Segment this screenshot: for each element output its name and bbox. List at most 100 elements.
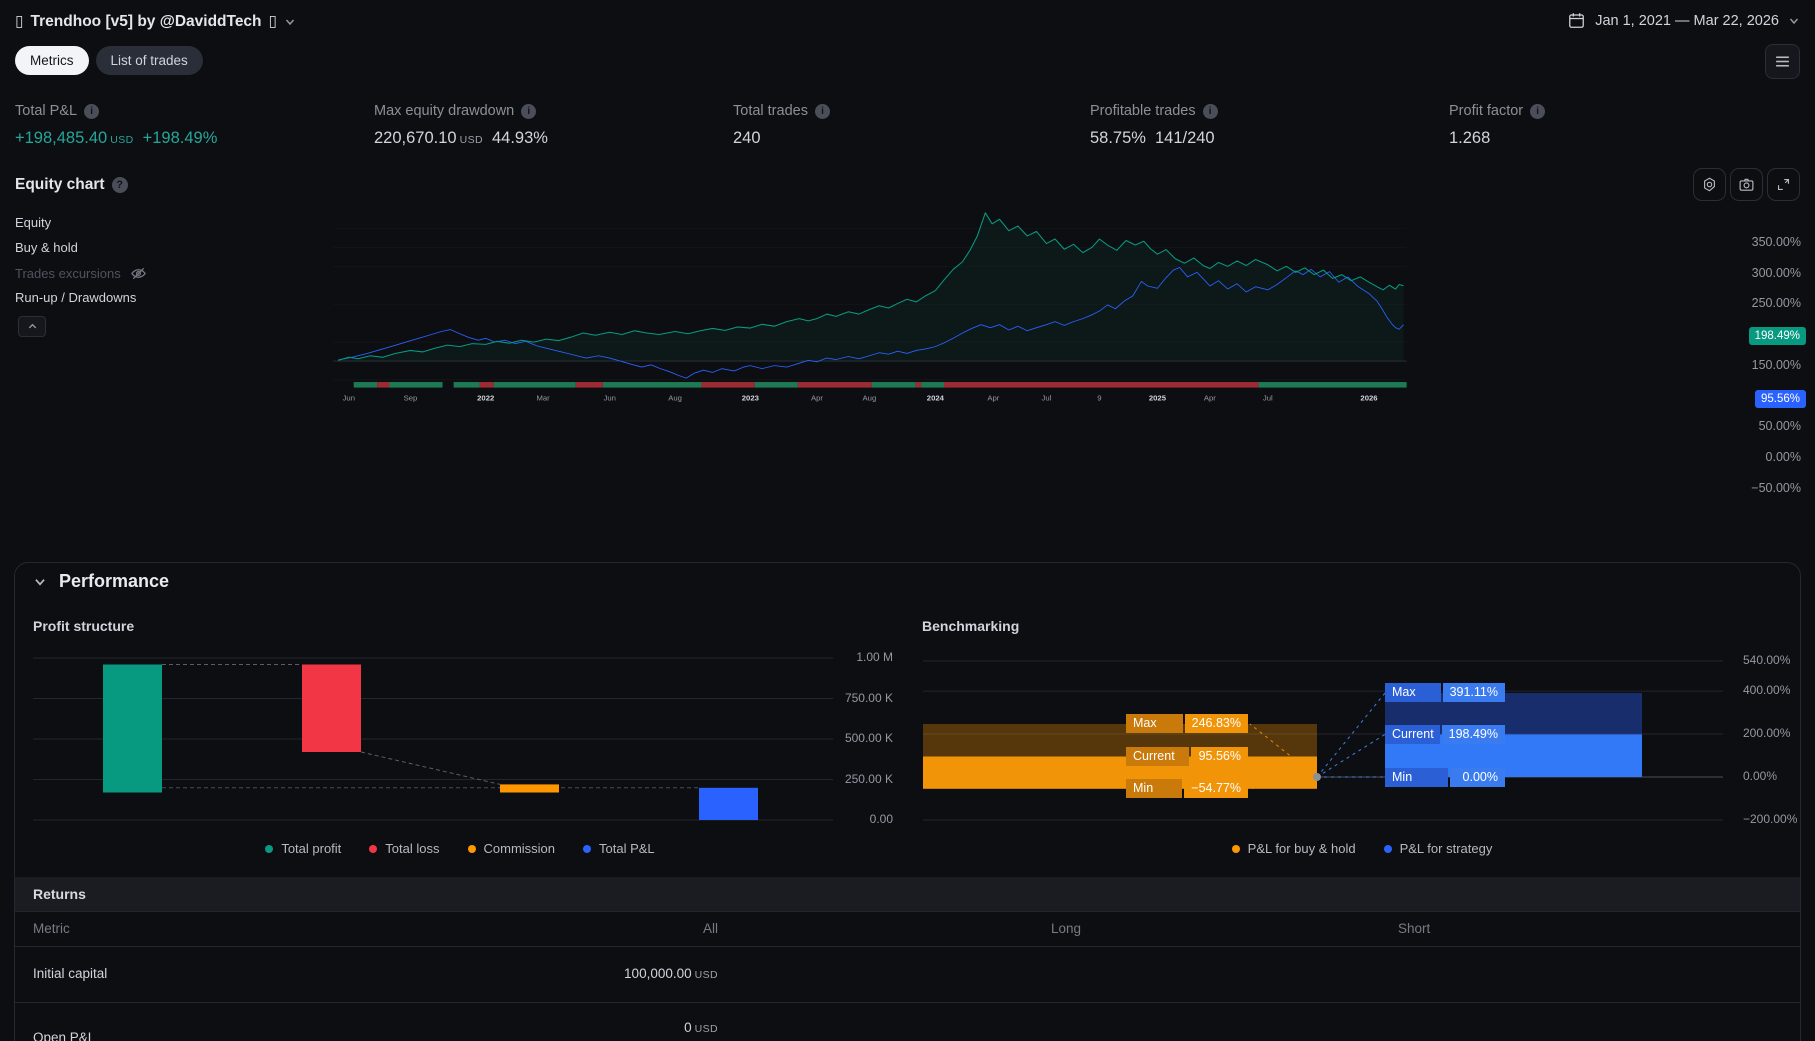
metric-max-drawdown: Max equity drawdown i 220,670.10USD 44.93% [374, 103, 719, 148]
y-axis-label: −200.00% [1743, 812, 1813, 826]
info-icon[interactable]: i [84, 104, 99, 119]
performance-section-header[interactable]: Performance [33, 571, 169, 592]
x-axis-label: Jul [1263, 394, 1273, 403]
x-axis-label: 2026 [1360, 394, 1377, 403]
x-axis-label: 2025 [1149, 394, 1167, 403]
snapshot-button[interactable] [1730, 168, 1763, 201]
divider [15, 1002, 1800, 1003]
y-axis-label: 500.00 K [823, 731, 893, 745]
chevron-down-icon [1788, 15, 1800, 27]
trade-strip-segment [354, 382, 377, 388]
legend-item: P&L for strategy [1384, 841, 1493, 856]
metric-profitable-trades: Profitable tradesi 58.75%141/240 [1090, 103, 1435, 148]
metric-value: 1.268 [1449, 129, 1490, 148]
strategy-title-dropdown[interactable]: ▯ Trendhoo [v5] by @DaviddTech ▯ [15, 12, 296, 31]
info-icon[interactable]: i [815, 104, 830, 119]
y-axis-label: 0.00% [1743, 769, 1813, 783]
divider [15, 946, 1800, 947]
metric-total-pnl: Total P&Li +198,485.40USD+198.49% [15, 103, 360, 148]
buyhold-current-box: Current95.56% [1126, 747, 1248, 766]
legend-item: P&L for buy & hold [1232, 841, 1356, 856]
metric-label: Max equity drawdown [374, 103, 514, 119]
x-axis-label: 2024 [927, 394, 945, 403]
trade-strip-segment [576, 382, 603, 388]
trade-strip-segment [377, 382, 389, 388]
equity-chart-toolbar [1693, 168, 1800, 201]
trade-strip-segment [454, 382, 480, 388]
tab-metrics[interactable]: Metrics [15, 46, 89, 75]
metric-value: 240 [733, 129, 761, 148]
y-axis-label: 250.00% [1729, 296, 1801, 310]
trade-strip-segment [702, 382, 755, 388]
y-axis-label: 250.00 K [823, 772, 893, 786]
metric-value: 220,670.10USD [374, 129, 483, 148]
strategy-min-box: Min0.00% [1385, 768, 1505, 787]
equity-chart-title: Equity chart ? [15, 176, 128, 194]
layout-menu-button[interactable] [1765, 44, 1800, 79]
chart-settings-button[interactable] [1693, 168, 1726, 201]
bar-3 [699, 788, 758, 820]
trade-strip-segment [755, 382, 798, 388]
table-row-value: 100,000.00USD [518, 966, 718, 981]
bar-1 [302, 665, 361, 753]
buyhold-min-box: Min−54.77% [1126, 779, 1248, 798]
chevron-down-icon [284, 16, 296, 28]
legend-item: Commission [468, 841, 556, 856]
date-range-picker[interactable]: Jan 1, 2021 — Mar 22, 2026 [1567, 11, 1800, 30]
strategy-tester-page: ▯ Trendhoo [v5] by @DaviddTech ▯ Jan 1, … [0, 0, 1815, 1041]
help-icon[interactable]: ? [112, 177, 128, 193]
x-axis-label: 2023 [742, 394, 759, 403]
trade-strip-segment [798, 382, 872, 388]
trade-strip-segment [389, 382, 442, 388]
strategy-title: Trendhoo [v5] by @DaviddTech [31, 13, 262, 31]
x-axis-label: Apr [811, 394, 823, 403]
table-row-label: Initial capital [33, 966, 107, 981]
column-header-short: Short [1398, 921, 1430, 936]
list-icon [1774, 53, 1791, 70]
strategy-current-box: Current198.49% [1385, 725, 1505, 744]
legend-collapse-button[interactable] [18, 316, 46, 337]
legend-item-equity[interactable]: Equity [15, 215, 51, 230]
convergence-dot [1313, 773, 1321, 781]
column-header-all: All [518, 921, 718, 936]
benchmarking-legend: P&L for buy & hold P&L for strategy [923, 841, 1801, 856]
tab-list-of-trades[interactable]: List of trades [96, 46, 203, 75]
x-axis-label: Jun [343, 394, 355, 403]
metric-profit-factor: Profit factori 1.268 [1449, 103, 1794, 148]
legend-item-buy-and-hold[interactable]: Buy & hold [15, 240, 78, 255]
metric-total-trades: Total tradesi 240 [733, 103, 1078, 148]
camera-icon [1738, 176, 1755, 193]
profit-structure-title: Profit structure [33, 618, 134, 634]
y-axis-label: 150.00% [1729, 358, 1801, 372]
legend-item: Total profit [265, 841, 341, 856]
divider [15, 911, 1800, 912]
y-axis-label: 540.00% [1743, 653, 1813, 667]
y-axis-label: 1.00 M [823, 650, 893, 664]
eye-off-icon[interactable] [130, 265, 147, 282]
info-icon[interactable]: i [1530, 104, 1545, 119]
x-axis-label: Jul [1041, 394, 1051, 403]
date-range-label: Jan 1, 2021 — Mar 22, 2026 [1595, 13, 1779, 29]
metric-extra: 44.93% [492, 129, 548, 148]
info-icon[interactable]: i [1203, 104, 1218, 119]
legend-item: Total P&L [583, 841, 655, 856]
info-icon[interactable]: i [521, 104, 536, 119]
bar-2 [500, 784, 559, 792]
y-axis-label: −50.00% [1729, 481, 1801, 495]
metric-value: 58.75% [1090, 129, 1146, 148]
returns-section-header: Returns [15, 877, 1800, 911]
bar-0 [103, 665, 162, 793]
title-suffix-glyph: ▯ [269, 12, 278, 31]
legend-item-trades-excursions[interactable]: Trades excursions [15, 265, 147, 282]
trade-strip-segment [494, 382, 576, 388]
trade-strip-segment [480, 382, 494, 388]
benchmarking-plot [923, 650, 1723, 828]
equity-chart-plot: JunSep2022MarJunAug2023AprAug2024AprJul9… [0, 205, 1740, 535]
y-axis-label: 50.00% [1729, 419, 1801, 433]
metric-extra: 141/240 [1155, 129, 1215, 148]
fullscreen-button[interactable] [1767, 168, 1800, 201]
strategy-max-box: Max391.11% [1385, 683, 1505, 702]
profit-structure-legend: Total profitTotal lossCommissionTotal P&… [15, 841, 905, 856]
calendar-icon [1567, 11, 1586, 30]
legend-item-runup-drawdowns[interactable]: Run-up / Drawdowns [15, 290, 136, 305]
